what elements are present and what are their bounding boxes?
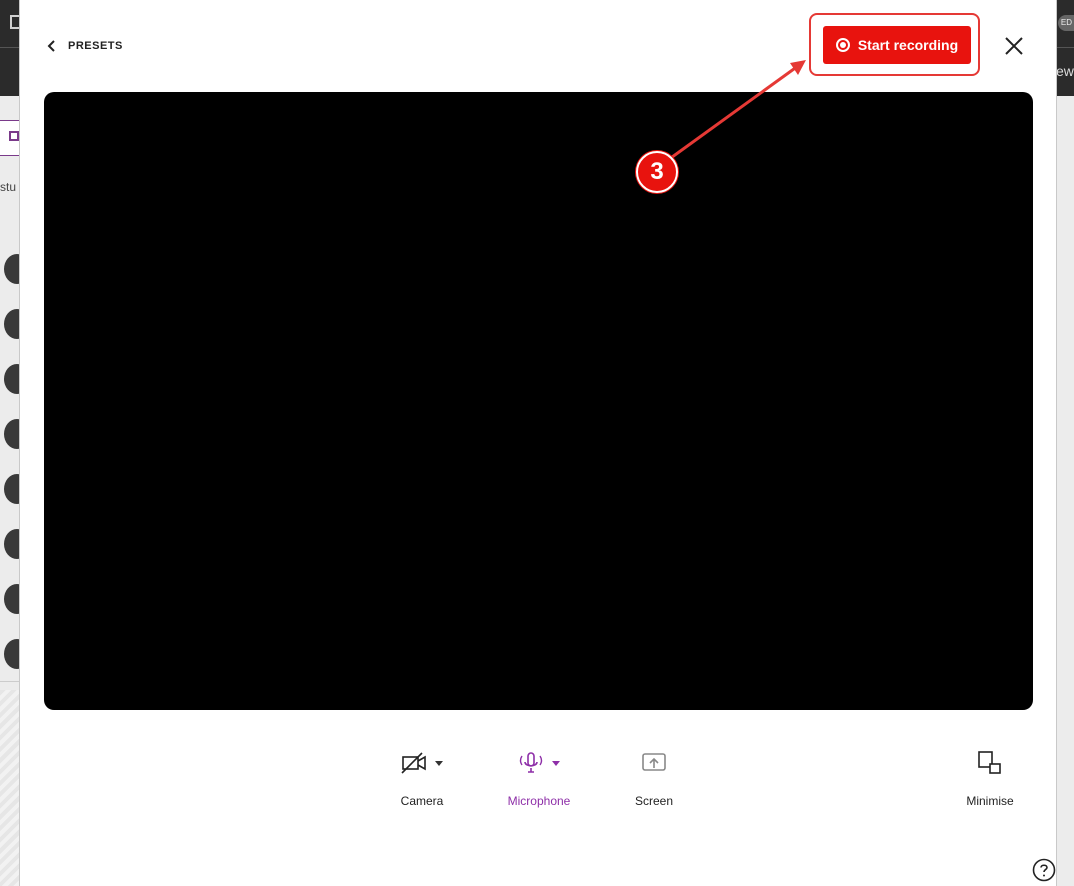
screen-share-icon [642, 753, 666, 771]
presets-label: PRESETS [68, 40, 123, 52]
camera-off-icon [401, 752, 426, 774]
chevron-left-icon [47, 40, 55, 52]
screen-control[interactable]: Screen [609, 745, 699, 808]
step-number-badge: 3 [636, 151, 678, 193]
background-app-right: ED ew [1056, 0, 1074, 886]
camera-control[interactable]: Camera [377, 745, 467, 808]
background-partial-text: ew [1056, 63, 1074, 79]
microphone-label: Microphone [507, 794, 571, 808]
background-topbar [0, 0, 22, 96]
minimise-icon [978, 751, 1001, 774]
help-icon[interactable] [1032, 858, 1056, 882]
record-icon [835, 38, 850, 52]
recording-modal: PRESETS Start recording Camera Microphon… [19, 0, 1057, 886]
background-partial-text: stu [0, 180, 17, 194]
screen-label: Screen [634, 794, 674, 808]
presets-back-link[interactable]: PRESETS [46, 36, 123, 56]
start-recording-label: Start recording [857, 37, 959, 53]
background-badge: ED [1058, 15, 1074, 31]
microphone-icon [519, 752, 543, 773]
video-preview [44, 92, 1033, 710]
close-icon[interactable] [1003, 35, 1025, 57]
camera-dropdown-caret[interactable] [435, 760, 443, 766]
background-app-left: stu [0, 0, 30, 886]
minimise-control[interactable]: Minimise [945, 745, 1035, 808]
minimise-label: Minimise [966, 794, 1014, 808]
microphone-dropdown-caret[interactable] [552, 760, 560, 766]
start-recording-button[interactable]: Start recording [823, 26, 971, 64]
microphone-control[interactable]: Microphone [494, 745, 584, 808]
grid-view-icon [0, 120, 20, 156]
camera-label: Camera [400, 794, 444, 808]
